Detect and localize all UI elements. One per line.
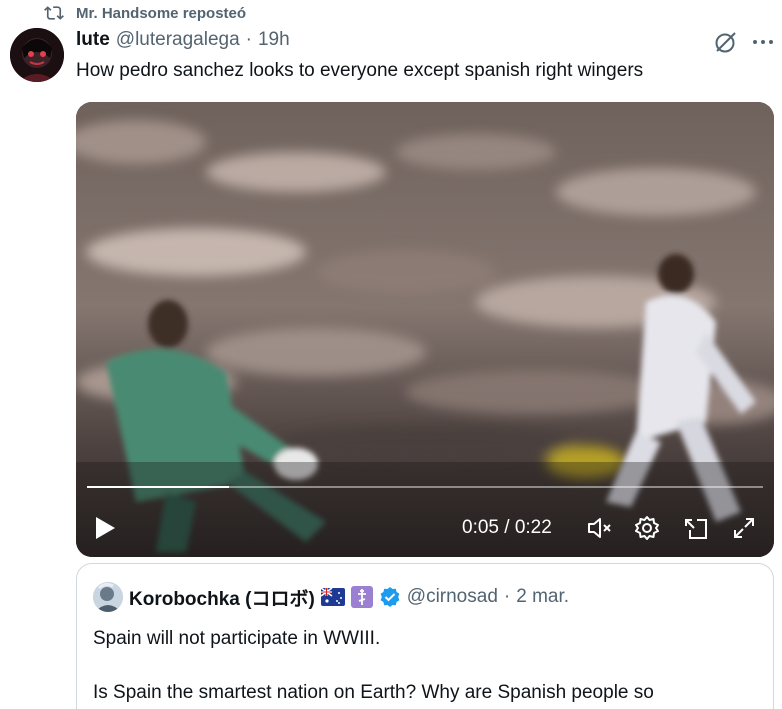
author-name[interactable]: lute xyxy=(76,29,110,51)
quoted-tweet-date[interactable]: 2 mar. xyxy=(516,586,569,608)
tweet-text: How pedro sanchez looks to everyone exce… xyxy=(76,60,644,81)
video-frame xyxy=(76,102,774,557)
author-handle[interactable]: @luteragalega xyxy=(116,29,240,51)
repost-icon xyxy=(44,6,64,20)
verified-badge-icon xyxy=(380,587,400,607)
quoted-author-handle[interactable]: @cirnosad xyxy=(407,586,498,608)
quoted-author-avatar[interactable] xyxy=(93,582,123,612)
video-controls: 0:05 / 0:22 xyxy=(76,502,774,552)
tweet-page: Mr. Handsome reposteó lute @luteragalega… xyxy=(0,0,782,709)
separator-dot: · xyxy=(503,586,511,607)
video-progress-fill xyxy=(87,486,229,488)
tweet-time[interactable]: 19h xyxy=(258,29,290,51)
quoted-author-name[interactable]: Korobochka (コロボ) xyxy=(129,584,315,611)
fullscreen-icon[interactable] xyxy=(730,514,758,542)
mute-icon[interactable] xyxy=(585,514,613,542)
australia-flag-icon xyxy=(320,588,345,606)
picture-in-picture-icon[interactable] xyxy=(682,514,710,542)
tweet-header: lute @luteragalega · 19h xyxy=(76,28,290,52)
quoted-tweet[interactable]: Korobochka (コロボ) @cirnosad · 2 mar. Spai… xyxy=(76,563,774,709)
settings-gear-icon[interactable] xyxy=(633,514,661,542)
play-icon[interactable] xyxy=(92,514,118,542)
video-progress-bar[interactable] xyxy=(87,486,763,488)
quoted-tweet-header: Korobochka (コロボ) @cirnosad · 2 mar. xyxy=(93,582,569,612)
quoted-tweet-text-line: Is Spain the smartest nation on Earth? W… xyxy=(93,682,654,703)
orthodox-cross-icon xyxy=(350,586,373,608)
video-time: 0:05 / 0:22 xyxy=(462,517,552,538)
repost-indicator[interactable]: Mr. Handsome reposteó xyxy=(44,2,246,24)
quoted-tweet-text-line: Spain will not participate in WWIII. xyxy=(93,628,381,649)
more-options-icon[interactable] xyxy=(751,31,775,53)
grok-icon[interactable] xyxy=(713,29,739,55)
author-avatar[interactable] xyxy=(10,28,64,82)
video-player[interactable]: 0:05 / 0:22 xyxy=(76,102,774,557)
repost-label: Mr. Handsome reposteó xyxy=(76,4,247,22)
separator-dot: · xyxy=(245,29,252,50)
